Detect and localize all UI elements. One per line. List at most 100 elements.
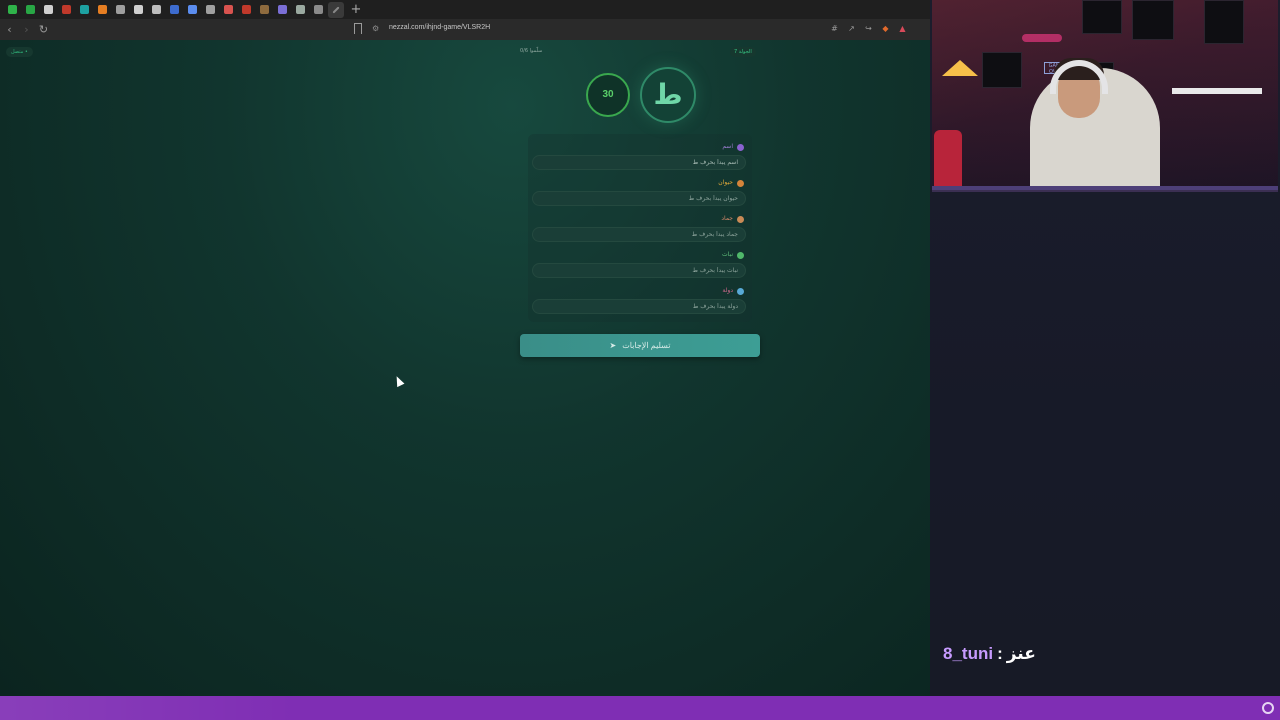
tab-favicon-icon: [61, 5, 71, 14]
answer-input[interactable]: [532, 227, 746, 242]
browser-tab[interactable]: [310, 2, 326, 18]
browser-toolbar: ‹ › ↻ ⚙ nezzal.com/ihjnd-game/VLSR2H # ↗…: [0, 19, 930, 40]
browser-tab[interactable]: [274, 2, 290, 18]
desk-edge: [932, 186, 1278, 190]
game-page: متصل • 0/6 سلّموا الجولة 7 30 ط اسم حيوان…: [0, 40, 930, 696]
tab-favicon-icon: [25, 5, 35, 14]
browser-tab-strip: +: [0, 0, 930, 19]
browser-tab[interactable]: [238, 2, 254, 18]
submit-answers-button[interactable]: تسليم الإجابات ➤: [520, 334, 760, 357]
answer-field-label: اسم: [722, 143, 733, 150]
category-icon: [737, 143, 744, 151]
answer-field-label: حيوان: [718, 179, 733, 186]
browser-tab[interactable]: [58, 2, 74, 18]
browser-tab[interactable]: [220, 2, 236, 18]
category-icon: [737, 179, 744, 187]
category-icon: [737, 287, 744, 295]
back-icon[interactable]: ‹: [2, 22, 17, 37]
answer-field-header: جماد: [721, 214, 744, 224]
tab-favicon-icon: [7, 5, 17, 14]
answer-input[interactable]: [532, 263, 746, 278]
browser-tab[interactable]: [184, 2, 200, 18]
browser-tab[interactable]: [202, 2, 218, 18]
browser-tab[interactable]: [76, 2, 92, 18]
settings-icon[interactable]: [1262, 702, 1274, 714]
tab-favicon-icon: [169, 5, 179, 14]
browser-tab[interactable]: [256, 2, 272, 18]
webcam-feed: GAME OVER: [932, 0, 1278, 192]
wall-shelf: [1172, 88, 1262, 94]
connection-status: متصل: [11, 49, 24, 55]
browser-tab[interactable]: [94, 2, 110, 18]
answer-field-label: نبات: [722, 251, 733, 258]
category-icon: [737, 251, 744, 259]
url-text[interactable]: nezzal.com/ihjnd-game/VLSR2H: [389, 24, 490, 31]
answer-input[interactable]: [532, 191, 746, 206]
wifi-icon: •: [24, 49, 28, 55]
browser-tab[interactable]: [148, 2, 164, 18]
neon-light: [1022, 34, 1062, 42]
open-in-app-icon[interactable]: ↗: [846, 23, 857, 34]
tab-favicon-icon: [187, 5, 197, 14]
answer-input[interactable]: [532, 299, 746, 314]
chat-message: 8_tuni : عنز: [943, 641, 1036, 667]
translate-icon[interactable]: #: [829, 23, 840, 34]
gaming-chair: [934, 130, 962, 190]
browser-tab[interactable]: [4, 2, 20, 18]
answer-field-header: نبات: [722, 250, 744, 260]
address-bar[interactable]: ⚙ nezzal.com/ihjnd-game/VLSR2H # ↗ ↪ ◆ ▲: [350, 21, 910, 38]
tab-favicon-icon: [97, 5, 107, 14]
chat-text: عنز: [1006, 644, 1036, 664]
address-bar-actions: # ↗ ↪ ◆ ▲: [829, 23, 908, 34]
browser-tab[interactable]: [166, 2, 182, 18]
round-badge: الجولة 7: [730, 47, 756, 57]
stream-bottom-bar: [0, 696, 1280, 720]
tab-favicon-icon: [332, 5, 340, 14]
tab-favicon-icon: [79, 5, 89, 14]
browser-tab[interactable]: [328, 1, 344, 18]
answer-field-label: جماد: [721, 215, 733, 222]
reload-icon[interactable]: ↻: [36, 22, 51, 37]
bookmark-icon[interactable]: [354, 23, 362, 34]
send-icon: ➤: [609, 341, 617, 350]
chat-username: 8_tuni: [943, 644, 994, 663]
tab-favicon-icon: [241, 5, 251, 14]
category-icon: [737, 215, 744, 223]
answer-field-header: اسم: [722, 142, 744, 152]
tab-favicon-icon: [43, 5, 53, 14]
site-info-icon[interactable]: ⚙: [372, 24, 379, 33]
browser-tab[interactable]: [112, 2, 128, 18]
browser-tab[interactable]: [292, 2, 308, 18]
tab-favicon-icon: [151, 5, 161, 14]
answer-input[interactable]: [532, 155, 746, 170]
connection-badge: متصل •: [6, 47, 33, 57]
browser-tab[interactable]: [22, 2, 38, 18]
browser-tab[interactable]: [130, 2, 146, 18]
forward-icon[interactable]: ›: [19, 22, 34, 37]
new-tab-icon[interactable]: +: [348, 2, 364, 18]
tab-favicon-icon: [223, 5, 233, 14]
rewards-icon[interactable]: ▲: [897, 23, 908, 34]
share-icon[interactable]: ↪: [863, 23, 874, 34]
brave-shield-icon[interactable]: ◆: [880, 23, 891, 34]
answers-form: اسم حيوان جماد نبات دولة: [528, 134, 752, 322]
wall-poster: [982, 52, 1022, 88]
submit-answers-label: تسليم الإجابات: [622, 341, 671, 350]
browser-tab[interactable]: [40, 2, 56, 18]
chat-separator: :: [997, 644, 1003, 663]
answer-field-header: حيوان: [718, 178, 744, 188]
current-letter: ط: [640, 67, 696, 123]
players-submitted: 0/6 سلّموا: [520, 48, 543, 54]
tab-favicon-icon: [115, 5, 125, 14]
wall-poster: [1132, 0, 1174, 40]
tab-favicon-icon: [313, 5, 323, 14]
countdown-timer: 30: [586, 73, 630, 117]
answer-field-header: دولة: [722, 286, 744, 296]
wall-poster: [1204, 0, 1244, 44]
tab-favicon-icon: [295, 5, 305, 14]
tab-favicon-icon: [133, 5, 143, 14]
tab-favicon-icon: [205, 5, 215, 14]
bottom-bar-decoration: [0, 696, 300, 720]
wall-poster: [1082, 0, 1122, 34]
answer-field-label: دولة: [722, 287, 733, 294]
